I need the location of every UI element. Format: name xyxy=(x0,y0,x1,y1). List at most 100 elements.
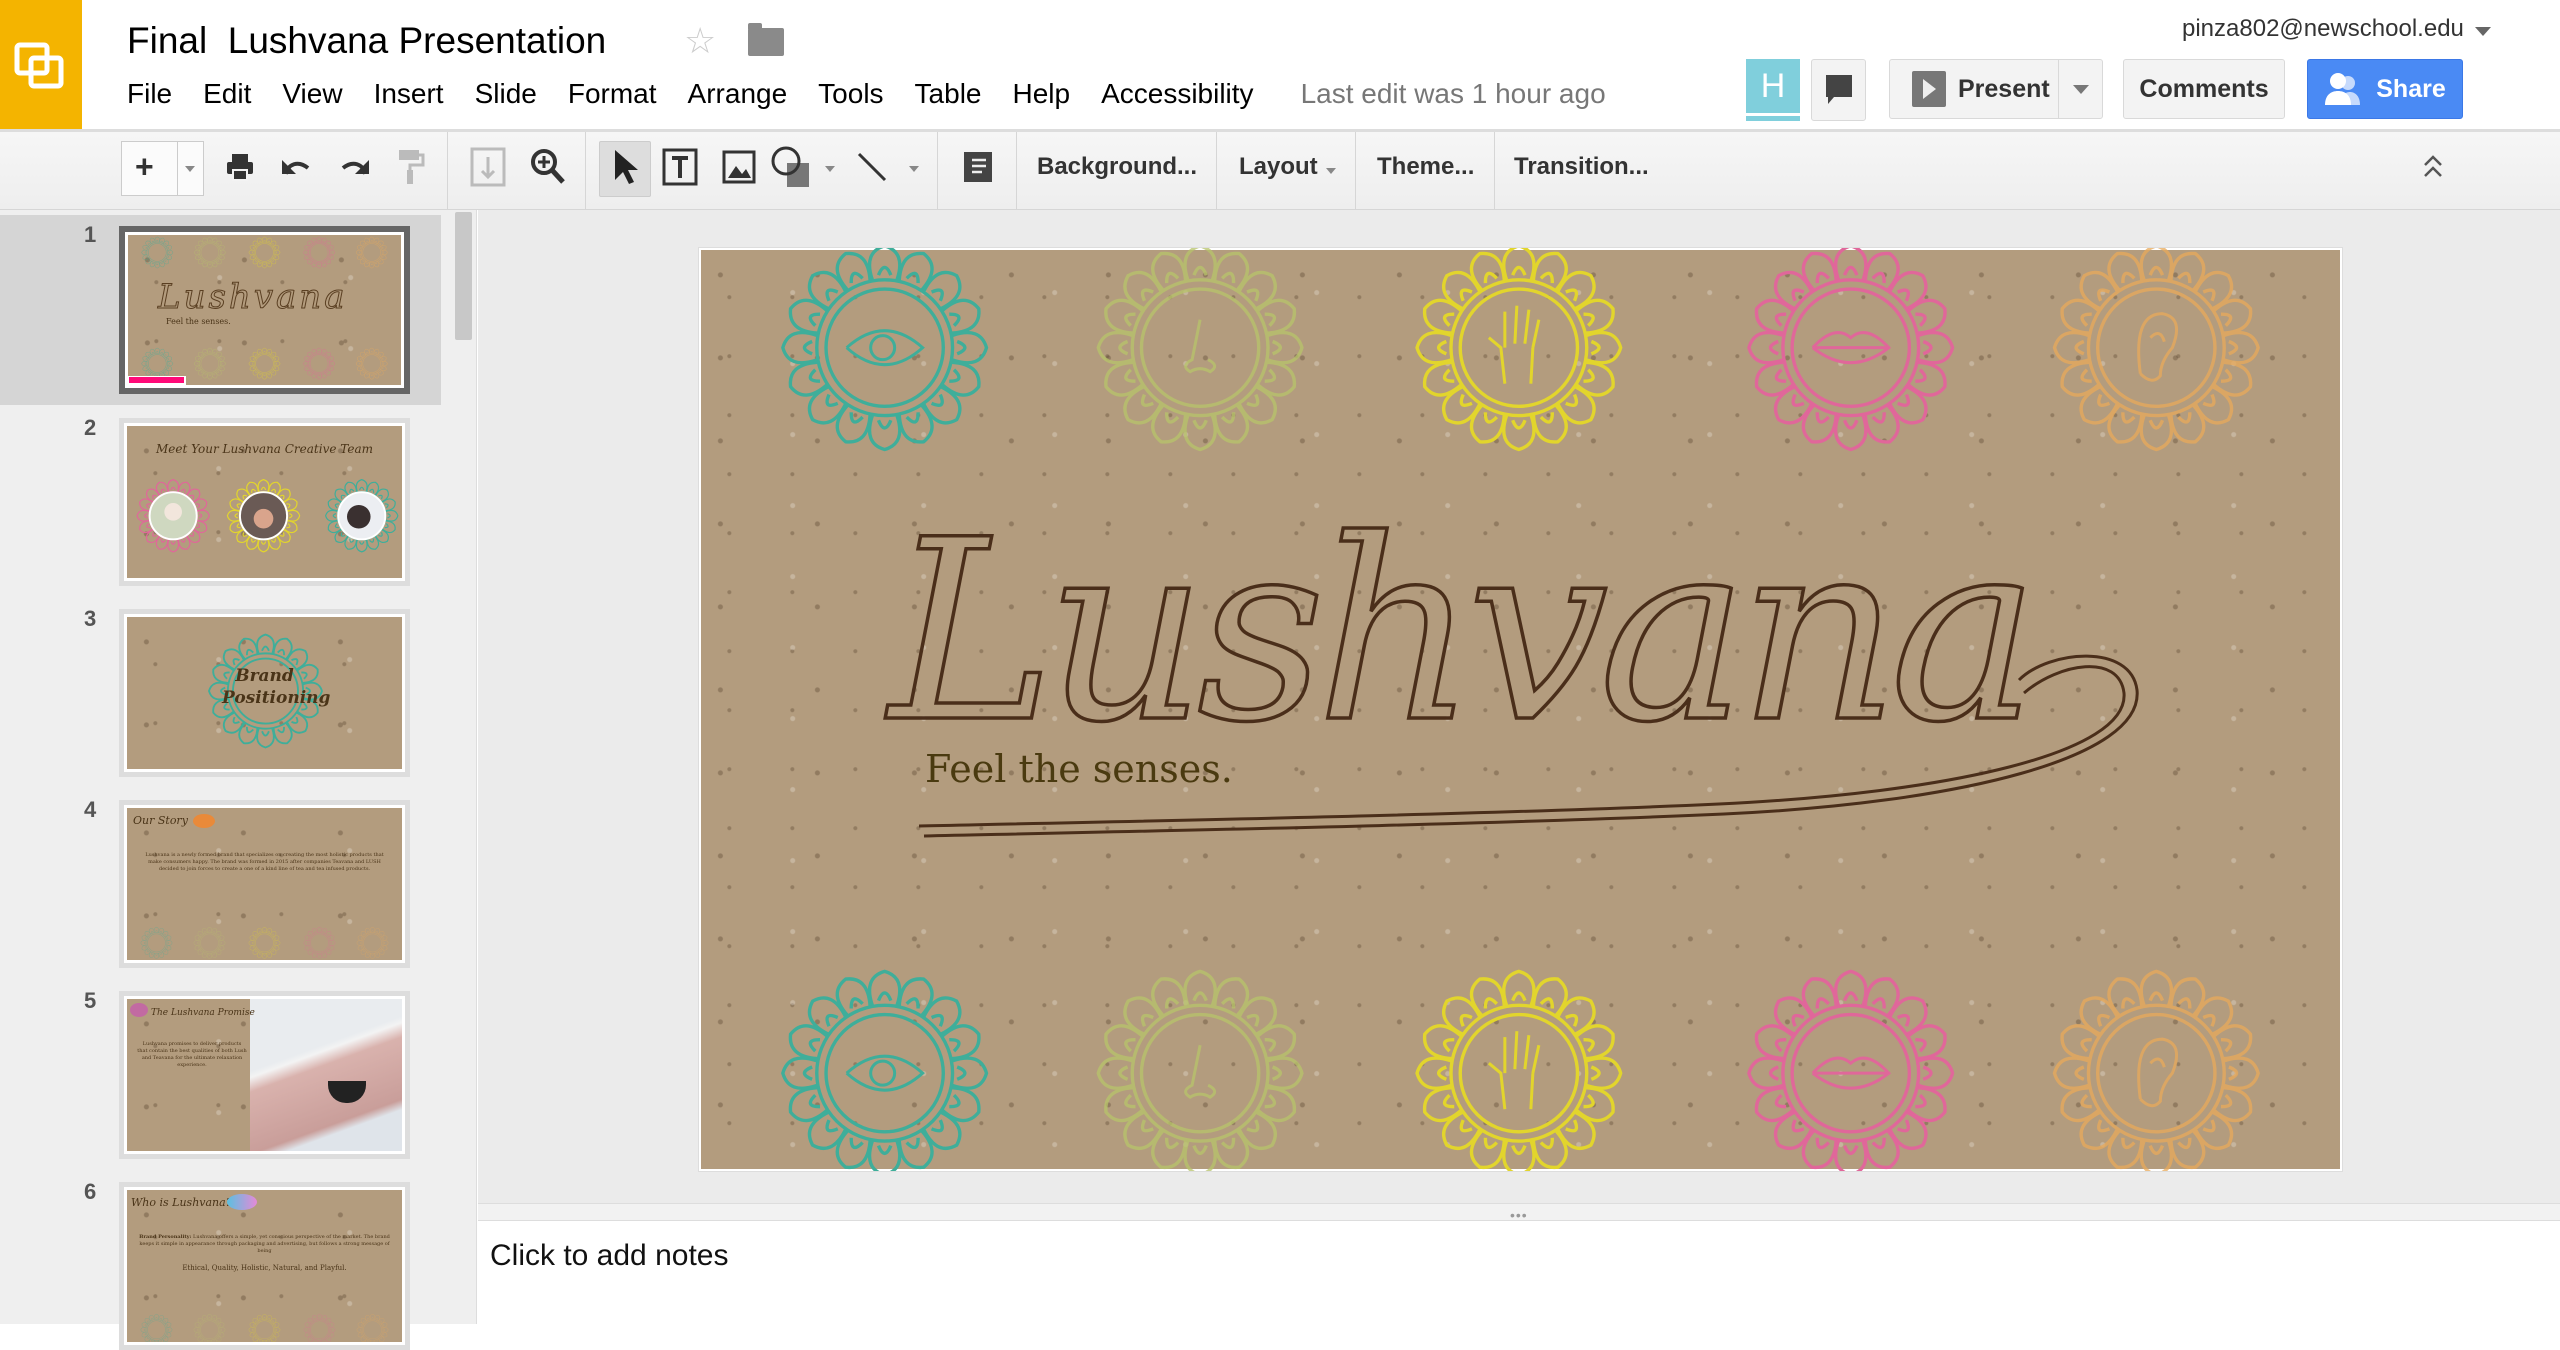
collapse-chevrons-icon[interactable] xyxy=(2422,154,2444,180)
layout-caret-icon[interactable] xyxy=(1326,168,1336,179)
mandala-ear-top xyxy=(2052,248,2260,452)
layout-button[interactable]: Layout xyxy=(1239,153,1318,181)
account-caret-icon[interactable] xyxy=(2475,27,2491,44)
line-icon[interactable] xyxy=(855,150,889,184)
image-icon[interactable] xyxy=(722,150,756,184)
slides-logo-icon xyxy=(14,42,64,89)
slide-thumbnail-2[interactable]: Meet Your Lushvana Creative Team xyxy=(119,418,410,586)
slide-thumbnail-5[interactable]: The Lushvana Promise Lushvana promises t… xyxy=(119,991,410,1159)
thumb-mandala xyxy=(193,1313,226,1342)
menu-tools[interactable]: Tools xyxy=(818,78,883,110)
thumb-mandala xyxy=(194,236,226,269)
thumb-mandalas xyxy=(140,926,389,959)
mandala-nose-top xyxy=(1096,248,1304,452)
eye-icon xyxy=(845,1054,925,1092)
thumb-mandala xyxy=(248,1313,281,1342)
slide-thumbnail-1[interactable]: Lushvana Feel the senses. xyxy=(119,226,410,394)
slide-thumbnail-3[interactable]: Brand Positioning xyxy=(119,609,410,777)
new-slide-caret-icon[interactable] xyxy=(185,166,195,177)
menu-format[interactable]: Format xyxy=(568,78,657,110)
thumb-mandala xyxy=(194,347,226,380)
toolbar-separator xyxy=(1216,132,1217,210)
slide-number: 6 xyxy=(84,1179,97,1204)
select-fit-icon[interactable] xyxy=(468,145,508,189)
menu-slide[interactable]: Slide xyxy=(475,78,537,110)
thumb-mandala xyxy=(141,236,174,269)
folder-icon[interactable] xyxy=(748,23,784,56)
comments-button[interactable]: Comments xyxy=(2123,59,2285,119)
toolbar-separator xyxy=(585,132,586,210)
thumb-subtitle: Feel the senses. xyxy=(166,317,231,326)
slide-number: 1 xyxy=(84,222,97,247)
slide-title[interactable]: Lushvana xyxy=(883,484,2041,779)
present-dropdown[interactable] xyxy=(2058,60,2102,118)
thumb-title: Lushvana xyxy=(157,277,348,318)
speaker-notes-icon[interactable] xyxy=(962,150,994,184)
paint-format-icon[interactable] xyxy=(397,148,425,186)
undo-icon[interactable] xyxy=(280,152,314,182)
thumb-mandala xyxy=(193,926,226,959)
thumb-mandala xyxy=(248,236,281,269)
print-icon[interactable] xyxy=(224,151,256,183)
menu-help[interactable]: Help xyxy=(1012,78,1070,110)
star-icon[interactable]: ☆ xyxy=(684,20,716,62)
menu-insert[interactable]: Insert xyxy=(374,78,444,110)
present-button[interactable]: Present xyxy=(1889,59,2103,119)
mandala-lips-top xyxy=(1747,248,1955,452)
toolbar-separator xyxy=(1016,132,1017,210)
thumb-mandala xyxy=(303,236,335,269)
menu-table[interactable]: Table xyxy=(915,78,982,110)
slide-number: 3 xyxy=(84,606,97,631)
slide-number: 4 xyxy=(84,797,97,822)
theme-button[interactable]: Theme... xyxy=(1377,153,1474,181)
toolbar-separator xyxy=(1355,132,1356,210)
current-slide[interactable]: Lushvana Feel the senses. xyxy=(699,248,2342,1171)
plus-icon[interactable]: + xyxy=(135,149,154,186)
redo-icon[interactable] xyxy=(337,152,371,182)
play-icon xyxy=(1912,71,1946,107)
transition-button[interactable]: Transition... xyxy=(1514,153,1649,181)
slide-number: 2 xyxy=(84,415,97,440)
last-edit-status[interactable]: Last edit was 1 hour ago xyxy=(1301,78,1606,110)
menu-arrange[interactable]: Arrange xyxy=(688,78,788,110)
menu-file[interactable]: File xyxy=(127,78,172,110)
filmstrip-scrollbar[interactable] xyxy=(455,212,472,340)
team-photos xyxy=(136,479,399,553)
shape-icon[interactable] xyxy=(771,145,811,189)
mandala-eye-top xyxy=(781,248,989,452)
collaborator-avatar[interactable]: H xyxy=(1746,59,1800,121)
mandala-nose-bottom xyxy=(1096,969,1304,1171)
thumb-mandala xyxy=(355,236,388,269)
account-email[interactable]: pinza802@newschool.edu xyxy=(2182,15,2464,43)
ear-icon xyxy=(2137,1037,2179,1108)
menu-view[interactable]: View xyxy=(282,78,342,110)
cursor-arrow-icon[interactable] xyxy=(612,148,638,186)
notes-placeholder[interactable]: Click to add notes xyxy=(490,1239,728,1273)
text-box-icon[interactable] xyxy=(660,146,700,188)
shape-caret-icon[interactable] xyxy=(825,166,835,177)
divider xyxy=(177,141,178,196)
slides-logo[interactable] xyxy=(0,0,82,131)
speaker-notes-area[interactable]: Click to add notes xyxy=(478,1221,2560,1324)
slide-number: 5 xyxy=(84,988,97,1013)
menu-edit[interactable]: Edit xyxy=(203,78,251,110)
hand-icon xyxy=(1487,1031,1541,1110)
slide-thumbnail-6[interactable]: Who is Lushvana? Brand Personality: Lush… xyxy=(119,1182,410,1350)
menu-accessibility[interactable]: Accessibility xyxy=(1101,78,1253,110)
share-button[interactable]: Share xyxy=(2307,59,2463,119)
slide-thumbnail-4[interactable]: Our Story Lushvana is a newly formed bra… xyxy=(119,800,410,968)
lips-icon xyxy=(1811,331,1891,365)
mandala-hand-bottom xyxy=(1415,969,1623,1171)
thumb-mandala xyxy=(303,926,336,959)
teapot-icon xyxy=(130,1003,148,1017)
thumb-mandala xyxy=(140,1313,173,1342)
slide-subtitle[interactable]: Feel the senses. xyxy=(925,747,1233,791)
chat-button[interactable] xyxy=(1811,59,1866,121)
line-caret-icon[interactable] xyxy=(909,166,919,177)
background-button[interactable]: Background... xyxy=(1037,153,1197,181)
mandala-eye-bottom xyxy=(781,969,989,1171)
teacup xyxy=(328,1081,366,1103)
thumb-mandala xyxy=(356,1313,389,1342)
zoom-icon[interactable] xyxy=(530,148,566,186)
document-title[interactable]: Final Lushvana Presentation xyxy=(127,20,606,62)
